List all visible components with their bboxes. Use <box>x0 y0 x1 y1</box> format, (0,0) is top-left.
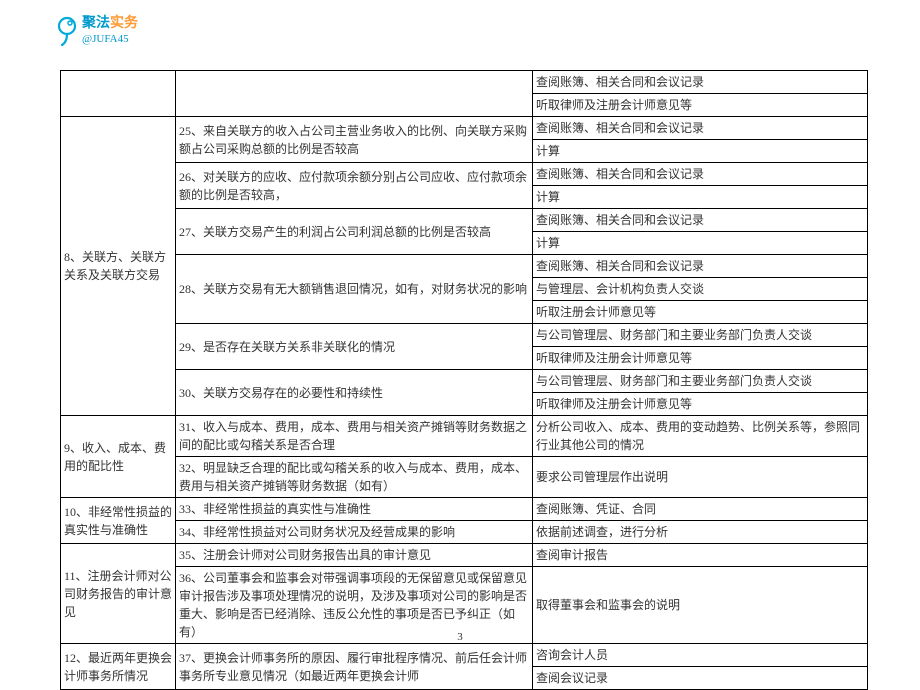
cell <box>61 71 176 117</box>
cell: 计算 <box>533 140 868 163</box>
logo-brand: 聚法实务 <box>82 16 138 33</box>
cell <box>176 71 533 117</box>
section-label: 8、关联方、关联方关系及关联方交易 <box>61 117 176 416</box>
cell: 29、是否存在关联方关系非关联化的情况 <box>176 324 533 370</box>
brand-logo: 聚法实务 @JUFA45 <box>56 16 138 46</box>
section-label: 11、注册会计师对公司财务报告的审计意见 <box>61 544 176 644</box>
section-label: 9、收入、成本、费用的配比性 <box>61 416 176 498</box>
cell: 分析公司收入、成本、费用的变动趋势、比例关系等，参照同行业其他公司的情况 <box>533 416 868 457</box>
cell: 计算 <box>533 186 868 209</box>
cell: 30、关联方交易存在的必要性和持续性 <box>176 370 533 416</box>
cell: 听取律师及注册会计师意见等 <box>533 94 868 117</box>
table-row: 9、收入、成本、费用的配比性 31、收入与成本、费用，成本、费用与相关资产摊销等… <box>61 416 868 457</box>
table-row: 34、非经常性损益对公司财务状况及经营成果的影响 依据前述调查，进行分析 <box>61 521 868 544</box>
cell: 听取律师及注册会计师意见等 <box>533 347 868 370</box>
table-row: 11、注册会计师对公司财务报告的审计意见 35、注册会计师对公司财务报告出具的审… <box>61 544 868 567</box>
table-row: 30、关联方交易存在的必要性和持续性 与公司管理层、财务部门和主要业务部门负责人… <box>61 370 868 393</box>
cell: 听取注册会计师意见等 <box>533 301 868 324</box>
section-label: 12、最近两年更换会计师事务所情况 <box>61 644 176 690</box>
cell: 依据前述调查，进行分析 <box>533 521 868 544</box>
cell: 查阅账簿、相关合同和会议记录 <box>533 163 868 186</box>
cell: 查阅账簿、相关合同和会议记录 <box>533 209 868 232</box>
cell: 听取律师及注册会计师意见等 <box>533 393 868 416</box>
table-row: 10、非经常性损益的真实性与准确性 33、非经常性损益的真实性与准确性 查阅账簿… <box>61 498 868 521</box>
cell: 32、明显缺乏合理的配比或勾稽关系的收入与成本、费用，成本、费用与相关资产摊销等… <box>176 457 533 498</box>
table-row: 查阅账簿、相关合同和会议记录 <box>61 71 868 94</box>
cell: 31、收入与成本、费用，成本、费用与相关资产摊销等财务数据之间的配比或勾稽关系是… <box>176 416 533 457</box>
table-row: 26、对关联方的应收、应付款项余额分别占公司应收、应付款项余额的比例是否较高， … <box>61 163 868 186</box>
table-row: 8、关联方、关联方关系及关联方交易 25、来自关联方的收入占公司主营业务收入的比… <box>61 117 868 140</box>
cell: 35、注册会计师对公司财务报告出具的审计意见 <box>176 544 533 567</box>
cell: 查阅账簿、相关合同和会议记录 <box>533 71 868 94</box>
cell: 查阅账簿、相关合同和会议记录 <box>533 255 868 278</box>
cell: 33、非经常性损益的真实性与准确性 <box>176 498 533 521</box>
cell: 要求公司管理层作出说明 <box>533 457 868 498</box>
cell: 27、关联方交易产生的利润占公司利润总额的比例是否较高 <box>176 209 533 255</box>
table-row: 27、关联方交易产生的利润占公司利润总额的比例是否较高 查阅账簿、相关合同和会议… <box>61 209 868 232</box>
table-row: 29、是否存在关联方关系非关联化的情况 与公司管理层、财务部门和主要业务部门负责… <box>61 324 868 347</box>
content-table: 查阅账簿、相关合同和会议记录 听取律师及注册会计师意见等 8、关联方、关联方关系… <box>60 70 868 690</box>
table-row: 12、最近两年更换会计师事务所情况 37、更换会计师事务所的原因、履行审批程序情… <box>61 644 868 667</box>
cell: 与公司管理层、财务部门和主要业务部门负责人交谈 <box>533 370 868 393</box>
logo-handle: @JUFA45 <box>82 33 138 46</box>
cell: 与公司管理层、财务部门和主要业务部门负责人交谈 <box>533 324 868 347</box>
cell: 查阅会议记录 <box>533 667 868 690</box>
cell: 28、关联方交易有无大额销售退回情况，如有，对财务状况的影响 <box>176 255 533 324</box>
cell: 查阅账簿、凭证、合同 <box>533 498 868 521</box>
document-page: 查阅账簿、相关合同和会议记录 听取律师及注册会计师意见等 8、关联方、关联方关系… <box>60 70 868 690</box>
cell: 25、来自关联方的收入占公司主营业务收入的比例、向关联方采购额占公司采购总额的比… <box>176 117 533 163</box>
section-label: 10、非经常性损益的真实性与准确性 <box>61 498 176 544</box>
table-row: 32、明显缺乏合理的配比或勾稽关系的收入与成本、费用，成本、费用与相关资产摊销等… <box>61 457 868 498</box>
cell: 与管理层、会计机构负责人交谈 <box>533 278 868 301</box>
page-number: 3 <box>0 631 920 643</box>
cell: 计算 <box>533 232 868 255</box>
cell: 查阅审计报告 <box>533 544 868 567</box>
cell: 咨询会计人员 <box>533 644 868 667</box>
table-row: 28、关联方交易有无大额销售退回情况，如有，对财务状况的影响 查阅账簿、相关合同… <box>61 255 868 278</box>
cell: 37、更换会计师事务所的原因、履行审批程序情况、前后任会计师事务所专业意见情况（… <box>176 644 533 690</box>
logo-pin-icon <box>56 16 78 46</box>
cell: 26、对关联方的应收、应付款项余额分别占公司应收、应付款项余额的比例是否较高， <box>176 163 533 209</box>
cell: 34、非经常性损益对公司财务状况及经营成果的影响 <box>176 521 533 544</box>
cell: 查阅账簿、相关合同和会议记录 <box>533 117 868 140</box>
